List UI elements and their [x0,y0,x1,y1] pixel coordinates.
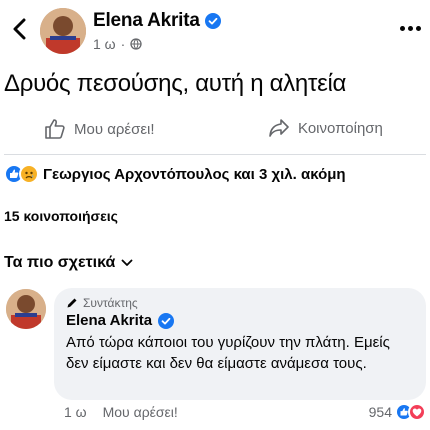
comment-footer: 1 ω Μου αρέσει! [64,404,178,420]
share-label: Κοινοποίηση [298,119,383,137]
post-time[interactable]: 1 ω [93,36,116,52]
love-reaction-icon [408,403,426,421]
post-meta: 1 ω · [93,36,142,52]
reactions-text: Γεωργιος Αρχοντόπουλος και 3 χιλ. ακόμη [43,165,346,183]
like-button[interactable]: Μου αρέσει! [44,118,155,140]
back-button[interactable] [8,16,30,42]
post-text: Δρυός πεσούσης, αυτή η αλητεία [4,70,347,97]
commenter-avatar[interactable] [6,289,46,329]
comment-like-button[interactable]: Μου αρέσει! [103,404,178,420]
meta-separator: · [120,36,126,52]
share-arrow-icon [269,119,289,137]
author-name[interactable]: Elena Akrita [93,10,221,32]
reaction-icons [4,164,39,184]
sad-reaction-icon [19,164,39,184]
author-role-badge: Συντάκτης [66,296,414,310]
comment-time[interactable]: 1 ω [64,404,87,420]
globe-icon [130,38,142,50]
thumbs-up-icon [45,119,65,139]
pencil-icon [67,298,77,308]
role-label: Συντάκτης [83,296,138,310]
verified-badge-icon [158,312,175,329]
reactions-summary[interactable]: Γεωργιος Αρχοντόπουλος και 3 χιλ. ακόμη [4,164,346,184]
author-avatar[interactable] [40,8,86,54]
sort-label: Τα πιο σχετικά [4,254,116,271]
post-header: Elena Akrita 1 ω · [0,0,430,62]
comment-author[interactable]: Elena Akrita [66,312,414,329]
more-options-icon[interactable] [396,20,424,36]
comment-sort-dropdown[interactable]: Τα πιο σχετικά [4,254,133,272]
comment-reactions[interactable]: 954 [369,403,426,421]
shares-count[interactable]: 15 κοινοποιήσεις [4,208,118,224]
comment-text: Από τώρα κάποιοι του γυρίζουν την πλάτη.… [66,334,390,372]
verified-badge-icon [204,13,221,29]
back-chevron-icon [13,18,26,40]
share-button[interactable]: Κοινοποίηση [268,118,383,138]
chevron-down-icon [121,259,133,266]
like-label: Μου αρέσει! [74,120,155,138]
divider [4,154,426,155]
post-action-bar: Μου αρέσει! Κοινοποίηση [0,112,430,148]
comment-reaction-count: 954 [368,404,392,420]
comment-bubble: Συντάκτης Elena Akrita Από τώρα κάποιοι … [54,288,426,400]
